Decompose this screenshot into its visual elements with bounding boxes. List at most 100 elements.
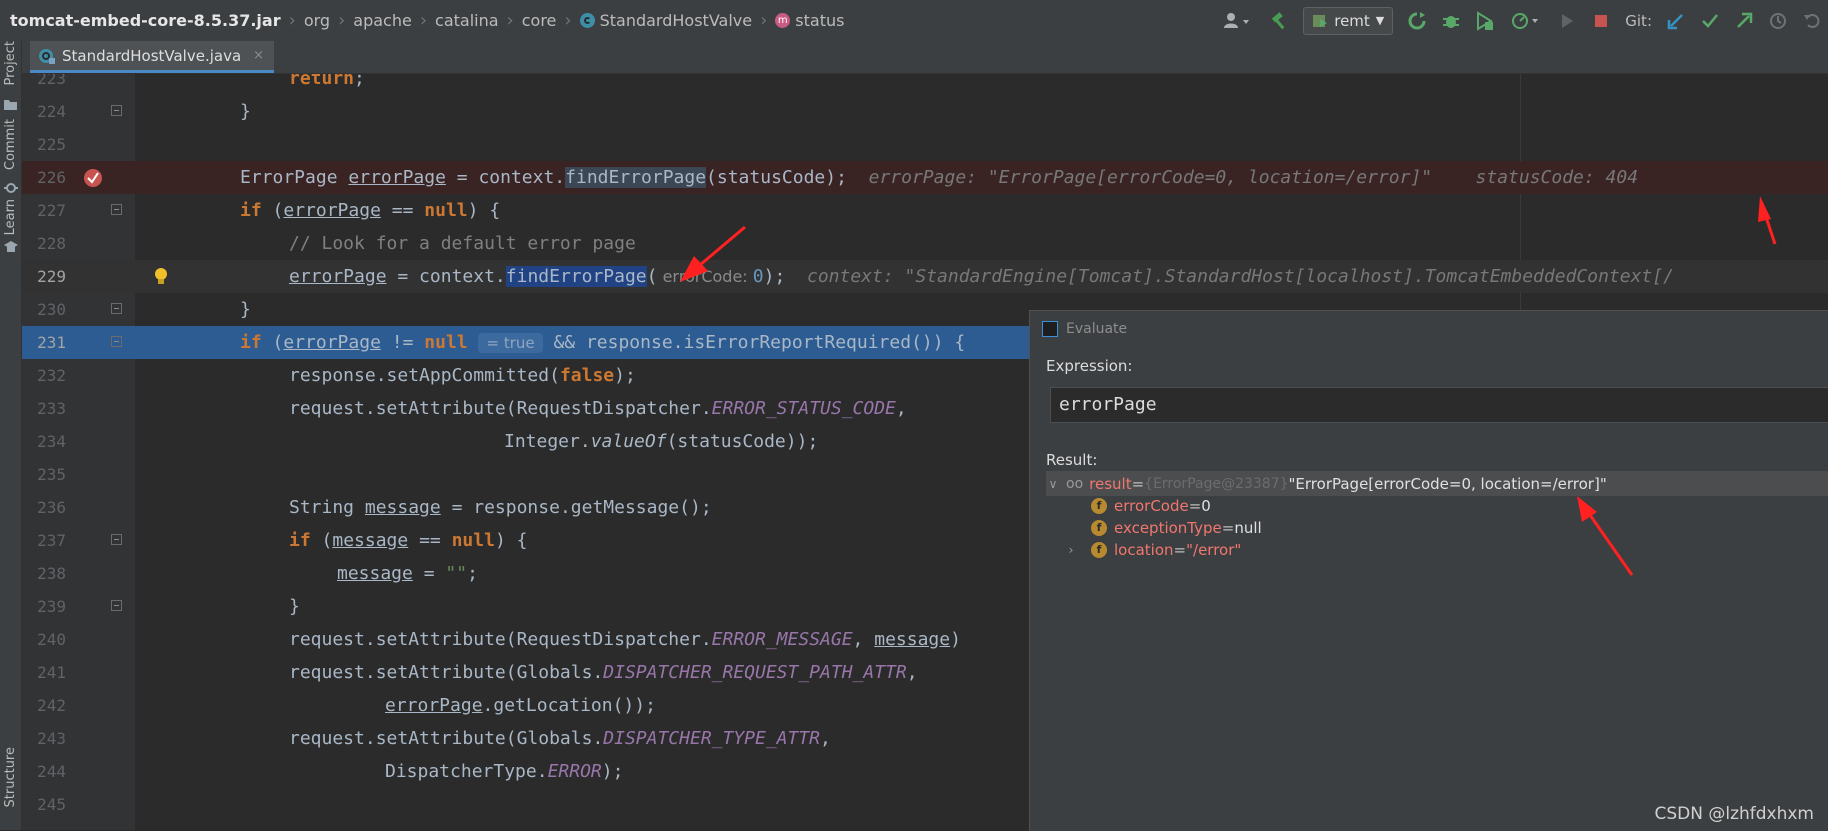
line-number: 240 [37,630,66,649]
line-number: 225 [37,135,66,154]
inline-debug-value[interactable]: statusCode: 404 [1476,167,1639,188]
code-text: request.setAttribute(Globals.DISPATCHER_… [289,656,918,689]
structure-tool-button[interactable]: Structure [1,747,20,807]
code-text: response.setAppCommitted(false); [289,359,636,392]
learn-tool-button[interactable]: Learn [1,199,20,235]
line-number: 224 [37,102,66,121]
fold-marker-icon[interactable] [111,303,122,314]
git-commit-check-icon[interactable] [1700,11,1720,31]
chevron-down-icon[interactable]: ∨ [1046,477,1060,491]
code-token: = context. [386,266,506,287]
inline-debug-value[interactable]: context: "StandardEngine[Tomcat].Standar… [807,266,1674,287]
resume-play-icon[interactable] [1557,11,1577,31]
code-line-227: 227 if (errorPage == null) { [22,194,1828,227]
code-text: request.setAttribute(RequestDispatcher.E… [289,623,961,656]
keyword-token: if [240,200,262,221]
line-number: 245 [37,795,66,814]
keyword-token: null [451,530,495,551]
git-update-arrow-icon[interactable] [1666,11,1686,31]
editor-tab-bar: StandardHostValve.java × [22,41,1828,74]
expression-label: Expression: [1046,357,1133,375]
profiler-icon[interactable] [1509,11,1543,31]
selected-method-token: findErrorPage [505,266,647,287]
variable-token: message [337,563,413,584]
commit-tool-button[interactable]: Commit [1,119,20,170]
code-text: // Look for a default error page [289,227,636,260]
breakpoint-icon[interactable] [82,167,104,193]
keyword-token: null [424,200,468,221]
fold-marker-icon[interactable] [111,600,122,611]
line-number: 234 [37,432,66,451]
code-token: == [408,530,452,551]
code-line-228: 228 // Look for a default error page [22,227,1828,260]
breadcrumb-jar-label: tomcat-embed-core-8.5.37.jar [10,11,281,30]
code-token: , [852,629,875,650]
stop-icon[interactable] [1591,11,1611,31]
run-with-coverage-icon[interactable] [1475,10,1495,31]
code-token: ; [467,563,478,584]
breadcrumb-jar[interactable]: tomcat-embed-core-8.5.37.jar [0,11,281,30]
line-number: 244 [37,762,66,781]
project-tool-button[interactable]: Project [1,41,20,85]
comment-token: // Look for a default error page [289,233,636,254]
code-line-223: 223 return; [22,74,1828,95]
fold-marker-icon[interactable] [111,204,122,215]
code-token: response.setAppCommitted( [289,365,560,386]
breadcrumb-class[interactable]: StandardHostValve [579,11,752,30]
git-push-arrow-icon[interactable] [1734,11,1754,31]
fold-marker-icon[interactable] [111,534,122,545]
keyword-token: false [559,365,615,386]
line-number: 236 [37,498,66,517]
code-text: ErrorPage errorPage = context.findErrorP… [240,161,1638,194]
inline-debug-value[interactable]: errorPage: "ErrorPage[errorCode=0, locat… [869,167,1433,188]
user-account-icon[interactable] [1221,11,1255,31]
line-number: 243 [37,729,66,748]
expression-input[interactable]: errorPage [1050,387,1828,423]
class-token: String [289,497,355,518]
line-number: 242 [37,696,66,715]
debug-bug-icon[interactable] [1441,11,1461,31]
constant-token: ERROR [547,761,602,782]
variable-token: message [364,497,441,518]
keyword-token: return [289,74,355,89]
fold-marker-icon[interactable] [111,336,122,347]
breadcrumb-separator: › [564,10,572,31]
breadcrumb-org[interactable]: org [304,11,330,30]
build-hammer-icon[interactable] [1269,11,1289,31]
breadcrumb-method[interactable]: m status [775,11,844,30]
code-token: , [820,728,831,749]
commit-tool-label: Commit [3,119,18,171]
variable-token: errorPage [283,200,381,221]
left-tool-window-strip: Project Commit Learn Structure [0,41,22,830]
code-text: errorPage = context.findErrorPage( error… [289,260,1674,293]
rerun-icon[interactable] [1407,11,1427,31]
close-icon[interactable]: × [253,48,264,63]
tab-standardhostvalve[interactable]: StandardHostValve.java × [30,41,275,73]
lightbulb-icon[interactable] [154,267,168,290]
history-clock-icon[interactable] [1768,11,1788,31]
fold-marker-icon[interactable] [111,105,122,116]
rollback-icon[interactable] [1802,11,1822,31]
code-token: ) [950,629,961,650]
field-value: 0 [1201,496,1211,515]
breadcrumb-apache[interactable]: apache [353,11,412,30]
code-token: == [380,200,425,221]
class-token: RequestDispatcher [516,629,701,650]
line-number: 228 [37,234,66,253]
chevron-right-icon[interactable]: › [1064,543,1078,557]
code-token: ); [601,761,624,782]
learn-tool-label: Learn [3,199,18,236]
result-label: Result: [1046,451,1098,469]
breadcrumb-catalina[interactable]: catalina [435,11,499,30]
class-icon [579,13,595,28]
code-text: DispatcherType.ERROR); [385,755,623,788]
field-value: "/error" [1186,540,1242,559]
result-field-location[interactable]: › f location = "/error" [1046,537,1828,562]
parameter-hint: errorCode: [657,267,753,286]
result-value: "ErrorPage[errorCode=0, location=/error]… [1288,474,1607,493]
evaluate-title-bar[interactable]: Evaluate [1030,311,1828,347]
evaluate-title: Evaluate [1066,321,1128,337]
run-configuration-selector[interactable]: remt ▼ [1303,6,1394,35]
inline-condition-value[interactable]: = true [478,333,543,353]
breadcrumb-core[interactable]: core [522,11,557,30]
